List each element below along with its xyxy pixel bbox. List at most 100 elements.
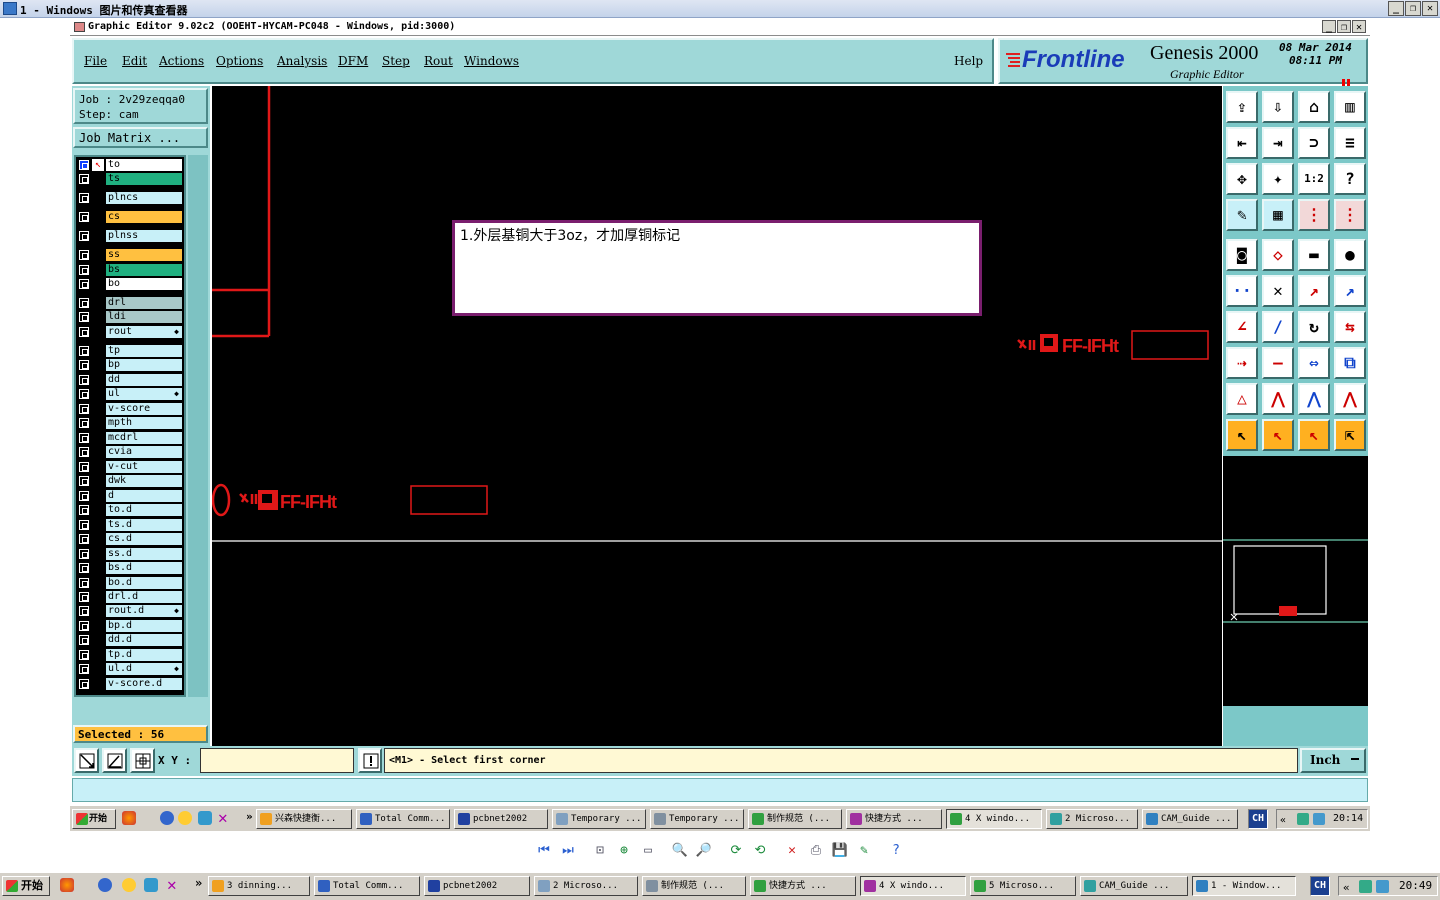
- zoom-in-icon[interactable]: ✦: [1262, 163, 1294, 195]
- layer-checkbox[interactable]: [79, 160, 89, 170]
- menu-windows[interactable]: Windows: [464, 54, 519, 68]
- inner-task-2[interactable]: pcbnet2002: [454, 809, 548, 829]
- layer-checkbox[interactable]: [79, 505, 89, 515]
- copy-icon[interactable]: ⧉: [1334, 347, 1366, 379]
- select-icon[interactable]: ↖: [1262, 419, 1294, 451]
- window-icon[interactable]: ▥: [1334, 91, 1366, 123]
- best-fit-icon[interactable]: ⊡: [591, 842, 609, 860]
- layer-row-mcdrl[interactable]: mcdrl: [76, 432, 182, 444]
- grid-icon[interactable]: ▦: [1262, 199, 1294, 231]
- inner-lang-indicator[interactable]: CH: [1248, 809, 1268, 829]
- prev-step-icon[interactable]: ⇤: [1226, 127, 1258, 159]
- slideshow-icon[interactable]: ▭: [639, 842, 657, 860]
- angle-icon[interactable]: ∠: [1226, 311, 1258, 343]
- layer-checkbox[interactable]: [79, 664, 89, 674]
- layer-row-dd-d[interactable]: dd.d: [76, 634, 182, 646]
- layer-checkbox[interactable]: [79, 389, 89, 399]
- layer-row-cs-d[interactable]: cs.d: [76, 533, 182, 545]
- layer-checkbox[interactable]: [79, 679, 89, 689]
- triangle-icon[interactable]: △: [1226, 383, 1258, 415]
- layer-row-to-d[interactable]: to.d: [76, 504, 182, 516]
- layer-row-rout[interactable]: rout ◆: [76, 326, 182, 338]
- layer-row-bo-d[interactable]: bo.d: [76, 577, 182, 589]
- menu-step[interactable]: Step: [382, 54, 410, 68]
- app-maximize-button[interactable]: ❐: [1337, 20, 1351, 33]
- layer-checkbox[interactable]: [79, 520, 89, 530]
- layer-row-plnss[interactable]: plnss: [76, 230, 182, 242]
- multi-select-icon[interactable]: ⇱: [1334, 419, 1366, 451]
- layer-row-tp-d[interactable]: tp.d: [76, 649, 182, 661]
- inner-ql-chat-icon[interactable]: [122, 811, 136, 825]
- layer-checkbox[interactable]: [79, 231, 89, 241]
- outer-ql-app-icon[interactable]: [122, 878, 136, 892]
- layer-row-ss[interactable]: ss: [76, 249, 182, 261]
- layer-row-mpth[interactable]: mpth: [76, 417, 182, 429]
- help-icon[interactable]: ?: [1334, 163, 1366, 195]
- scale-icon[interactable]: 1:2: [1298, 163, 1330, 195]
- inner-task-9[interactable]: CAM_Guide ...: [1142, 809, 1238, 829]
- angle-mode-icon[interactable]: [102, 748, 127, 773]
- outer-ql-chat-icon[interactable]: [60, 878, 74, 892]
- snap-mode-icon[interactable]: [74, 748, 99, 773]
- outer-ql-x-icon[interactable]: ✕: [167, 877, 181, 893]
- layer-list-scrollbar[interactable]: [188, 155, 208, 697]
- menu-analysis[interactable]: Analysis: [277, 54, 327, 68]
- pad-icon[interactable]: ●: [1334, 239, 1366, 271]
- layer-row-bp-d[interactable]: bp.d: [76, 620, 182, 632]
- inner-task-6[interactable]: 快捷方式 ...: [846, 809, 942, 829]
- outer-tray-chevron-icon[interactable]: «: [1343, 879, 1350, 897]
- app-minimize-button[interactable]: _: [1322, 20, 1336, 33]
- layer-checkbox[interactable]: [79, 174, 89, 184]
- zoom-in-icon[interactable]: 🔍: [671, 842, 689, 860]
- menu-rout[interactable]: Rout: [424, 54, 453, 68]
- next-icon[interactable]: ⏭: [559, 842, 577, 860]
- layer-row-bs-d[interactable]: bs.d: [76, 562, 182, 574]
- outer-task-0[interactable]: 3 dinning...: [208, 876, 310, 896]
- layer-row-ts[interactable]: ts: [76, 173, 182, 185]
- inner-ql-app-icon[interactable]: [178, 811, 192, 825]
- overview-map[interactable]: [1223, 456, 1368, 706]
- menu-options[interactable]: Options: [216, 54, 263, 68]
- layer-checkbox[interactable]: [79, 375, 89, 385]
- layer-checkbox[interactable]: [79, 578, 89, 588]
- layer-checkbox[interactable]: [79, 212, 89, 222]
- layer-row-drl-d[interactable]: drl.d: [76, 591, 182, 603]
- stretch-icon[interactable]: ⇔: [1298, 347, 1330, 379]
- inner-task-0[interactable]: 兴森快捷衡...: [256, 809, 352, 829]
- inner-task-7[interactable]: 4 X windo...: [946, 809, 1042, 829]
- mirror-icon[interactable]: ⇆: [1334, 311, 1366, 343]
- pointer-icon[interactable]: ↖: [1226, 419, 1258, 451]
- inner-ql-more-icon[interactable]: »: [246, 810, 253, 823]
- print-icon[interactable]: ⎙: [807, 842, 825, 860]
- next-step-icon[interactable]: ⇥: [1262, 127, 1294, 159]
- fit-icon[interactable]: ✥: [1226, 163, 1258, 195]
- layer-checkbox[interactable]: [79, 346, 89, 356]
- layer-row-plncs[interactable]: plncs: [76, 192, 182, 204]
- layer-row-d[interactable]: d: [76, 490, 182, 502]
- lift-icon[interactable]: ⋀: [1262, 383, 1294, 415]
- inner-task-1[interactable]: Total Comm...: [356, 809, 450, 829]
- close-button[interactable]: ✕: [1422, 1, 1438, 16]
- measure-icon[interactable]: ✎: [1226, 199, 1258, 231]
- layer-checkbox[interactable]: [79, 563, 89, 573]
- inner-task-8[interactable]: 2 Microso...: [1046, 809, 1138, 829]
- connect-icon[interactable]: ⋅⋅: [1226, 275, 1258, 307]
- layer-row-bs[interactable]: bs: [76, 264, 182, 276]
- inner-tray-volume-icon[interactable]: [1313, 813, 1325, 825]
- outer-task-5[interactable]: 快捷方式 ...: [750, 876, 856, 896]
- layer-checkbox[interactable]: [79, 312, 89, 322]
- slash-icon[interactable]: /: [1262, 311, 1294, 343]
- outer-ql-more-icon[interactable]: »: [195, 876, 202, 890]
- layer-checkbox[interactable]: [79, 549, 89, 559]
- layer-row-dwk[interactable]: dwk: [76, 475, 182, 487]
- menu-edit[interactable]: Edit: [122, 54, 147, 68]
- layer-checkbox[interactable]: [79, 433, 89, 443]
- inner-ql-x-icon[interactable]: ✕: [218, 810, 232, 826]
- menu-help[interactable]: Help: [954, 54, 983, 68]
- warning-icon[interactable]: [358, 748, 382, 773]
- layer-checkbox[interactable]: [79, 298, 89, 308]
- grid-mode-icon[interactable]: [130, 748, 155, 773]
- layer-checkbox[interactable]: [79, 635, 89, 645]
- layer-row-to[interactable]: to ↖: [76, 159, 182, 171]
- layer-checkbox[interactable]: [79, 327, 89, 337]
